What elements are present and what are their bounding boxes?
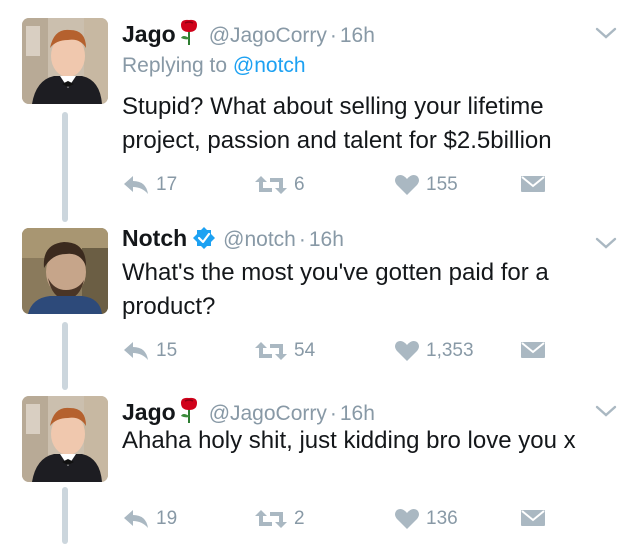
retweet-icon [255, 510, 287, 528]
reply-count: 17 [156, 174, 178, 195]
heart-icon [395, 175, 419, 195]
like-button[interactable]: 136 [394, 508, 458, 530]
direct-message-button[interactable] [520, 340, 552, 360]
timestamp[interactable]: 16h [340, 402, 375, 426]
tweet-text: What's the most you've gotten paid for a… [122, 259, 549, 320]
like-count: 136 [426, 508, 458, 529]
heart-icon [395, 341, 419, 361]
tweet-text: Stupid? What about selling your lifetime… [122, 93, 552, 154]
reply-icon [124, 342, 148, 360]
envelope-icon [521, 342, 545, 358]
direct-message-button[interactable] [520, 508, 552, 528]
separator-dot: · [298, 228, 306, 251]
retweet-count: 6 [294, 174, 305, 195]
display-name[interactable]: Jago [122, 399, 176, 426]
replying-to: Replying to @notch [122, 54, 306, 78]
retweet-button[interactable]: 2 [254, 508, 305, 530]
retweet-button[interactable]: 54 [254, 340, 315, 362]
reply-count: 15 [156, 340, 178, 361]
tweet[interactable]: Jago @JagoCorry · 16h Replying to @notch… [0, 14, 640, 204]
retweet-count: 54 [294, 340, 316, 361]
verified-badge-icon [193, 227, 216, 249]
tweet-header: Notch @notch · 16h [122, 224, 344, 254]
username[interactable]: @JagoCorry [209, 24, 327, 48]
reply-button[interactable]: 15 [122, 340, 177, 362]
timestamp[interactable]: 16h [309, 228, 344, 252]
tweet-actions: 19 2 136 [122, 508, 622, 534]
retweet-icon [255, 342, 287, 360]
tweet[interactable]: Notch @notch · 16h What's the most you'v… [0, 224, 640, 374]
avatar[interactable] [22, 396, 108, 482]
replying-to-label: Replying to [122, 54, 228, 77]
avatar[interactable] [22, 18, 108, 104]
retweet-icon [255, 176, 287, 194]
reply-button[interactable]: 19 [122, 508, 177, 530]
tweet-header: Jago @JagoCorry · 16h [122, 392, 375, 425]
like-button[interactable]: 155 [394, 174, 458, 196]
avatar[interactable] [22, 228, 108, 314]
retweet-count: 2 [294, 508, 305, 529]
direct-message-button[interactable] [520, 174, 552, 194]
tweet-actions: 15 54 1,353 [122, 340, 622, 366]
rose-icon [177, 396, 201, 424]
reply-icon [124, 510, 148, 528]
tweet-thread: Jago @JagoCorry · 16h Replying to @notch… [0, 0, 640, 544]
like-button[interactable]: 1,353 [394, 340, 474, 362]
display-name[interactable]: Notch [122, 225, 187, 252]
timestamp[interactable]: 16h [340, 24, 375, 48]
envelope-icon [521, 510, 545, 526]
chevron-down-icon[interactable] [594, 404, 618, 418]
separator-dot: · [329, 402, 337, 425]
replying-to-link[interactable]: @notch [233, 54, 306, 77]
rose-icon [177, 18, 201, 46]
heart-icon [395, 509, 419, 529]
tweet[interactable]: Jago @JagoCorry · 16h Ahaha holy shit, j… [0, 392, 640, 544]
username[interactable]: @JagoCorry [209, 402, 327, 426]
username[interactable]: @notch [223, 228, 296, 252]
tweet-text: Ahaha holy shit, just kidding bro love y… [122, 427, 576, 454]
separator-dot: · [329, 24, 337, 47]
display-name[interactable]: Jago [122, 21, 176, 48]
tweet-actions: 17 6 155 [122, 174, 622, 200]
like-count: 155 [426, 174, 458, 195]
retweet-button[interactable]: 6 [254, 174, 305, 196]
reply-count: 19 [156, 508, 178, 529]
tweet-header: Jago @JagoCorry · 16h [122, 14, 375, 47]
reply-button[interactable]: 17 [122, 174, 177, 196]
reply-icon [124, 176, 148, 194]
chevron-down-icon[interactable] [594, 26, 618, 40]
envelope-icon [521, 176, 545, 192]
chevron-down-icon[interactable] [594, 236, 618, 250]
like-count: 1,353 [426, 340, 474, 361]
